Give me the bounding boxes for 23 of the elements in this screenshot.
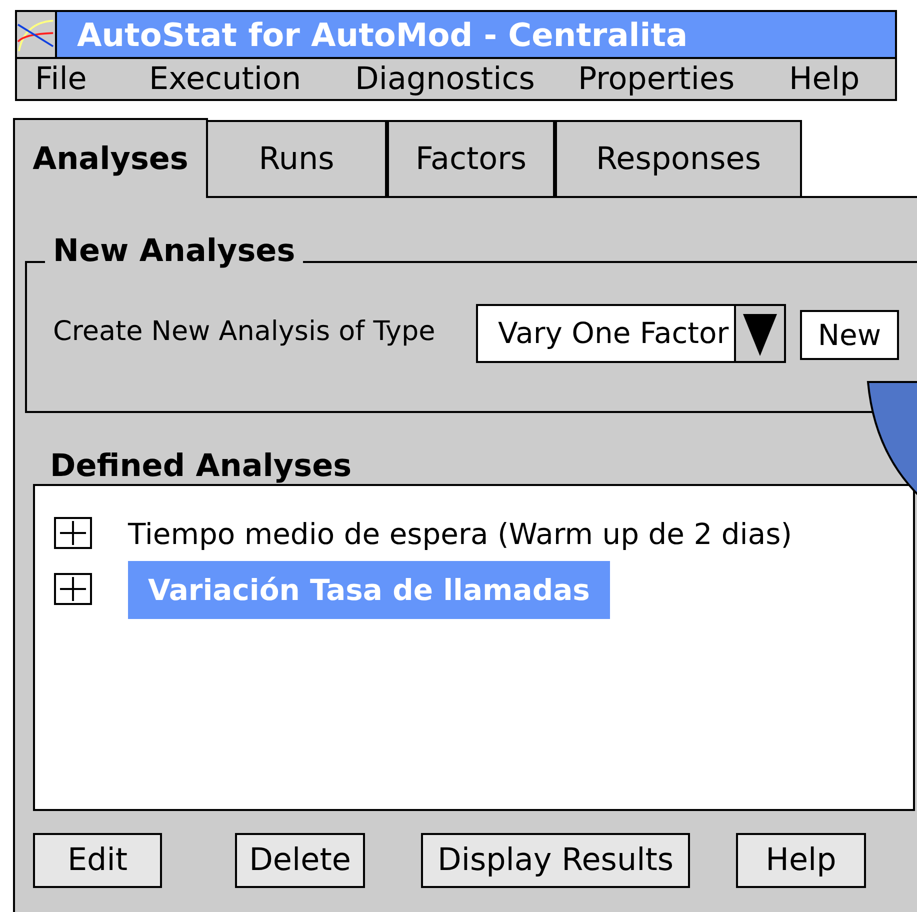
field-label: Create New Analysis of Type bbox=[53, 318, 436, 345]
expand-icon[interactable] bbox=[54, 517, 92, 549]
action-button[interactable]: Display Results bbox=[421, 833, 690, 888]
action-button[interactable]: Edit bbox=[33, 833, 162, 888]
action-button[interactable]: Help bbox=[736, 833, 866, 888]
expand-icon[interactable] bbox=[54, 573, 92, 605]
dropdown-arrow-icon bbox=[743, 312, 777, 356]
window-title: AutoStat for AutoMod - Centralita bbox=[77, 18, 688, 50]
menu-item[interactable]: File bbox=[35, 64, 87, 94]
section-title: Defined Analyses bbox=[50, 447, 352, 485]
tab[interactable]: Responses bbox=[555, 120, 802, 198]
action-button[interactable]: Delete bbox=[235, 833, 365, 888]
menu-item[interactable]: Diagnostics bbox=[355, 64, 535, 94]
analysis-item[interactable]: Tiempo medio de espera (Warm up de 2 dias) bbox=[128, 505, 812, 563]
menu-item[interactable]: Execution bbox=[149, 64, 302, 94]
dropdown-value: Vary One Factor bbox=[497, 315, 730, 352]
new-button[interactable]: New bbox=[800, 310, 899, 360]
tab[interactable]: Runs bbox=[206, 120, 387, 198]
tab[interactable]: Factors bbox=[387, 120, 555, 198]
menu-item[interactable]: Help bbox=[789, 64, 860, 94]
tab[interactable]: Analyses bbox=[13, 118, 208, 198]
type-dropdown[interactable]: Vary One Factor bbox=[476, 304, 786, 363]
menu-item[interactable]: Properties bbox=[578, 64, 735, 94]
